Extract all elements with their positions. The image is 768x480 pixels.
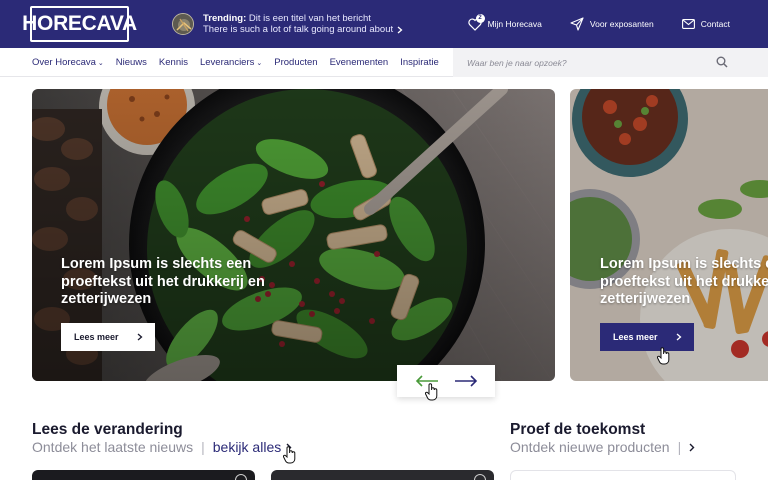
top-bar: HORECAVA Trending: Dit is een titel van …	[0, 0, 768, 48]
lees-meer-button[interactable]: Lees meer	[600, 323, 694, 351]
nav-item-leveranciers[interactable]: Leveranciers ⌄	[200, 57, 262, 68]
chevron-right-icon	[137, 333, 143, 341]
news-section-subtitle: Ontdek het laatste nieuws | bekijk alles	[32, 439, 292, 455]
favorites-count-badge: 2	[475, 13, 485, 23]
hero-slide-2-text: Lorem Ipsum is slechts een proeftekst ui…	[600, 256, 768, 307]
lees-meer-button[interactable]: Lees meer	[61, 323, 155, 351]
news-subtitle-text: Ontdek het laatste nieuws	[32, 439, 194, 455]
separator: |	[201, 439, 205, 455]
contact-link[interactable]: Contact	[681, 19, 730, 29]
nav-item-inspiratie[interactable]: Inspiratie	[400, 57, 439, 68]
mijn-horecava-link[interactable]: 2 Mijn Horecava	[467, 13, 542, 31]
slider-controls	[397, 365, 495, 397]
search-icon[interactable]	[716, 56, 728, 68]
bekijk-alles-label: bekijk alles	[212, 439, 282, 455]
nav-label: Producten	[274, 57, 318, 68]
voor-exposanten-label: Voor exposanten	[589, 19, 654, 29]
nav-label: Over Horecava	[32, 57, 96, 68]
nav-label: Inspiratie	[400, 57, 439, 68]
chevron-down-icon: ⌄	[256, 59, 263, 67]
hand-cursor-icon	[657, 347, 670, 365]
news-card-1[interactable]	[32, 470, 255, 480]
hand-cursor-icon	[425, 383, 438, 401]
chevron-right-icon	[397, 26, 403, 33]
search-input[interactable]	[467, 55, 707, 70]
heart-icon: 2	[467, 13, 485, 31]
nav-item-evenementen[interactable]: Evenementen	[330, 57, 389, 68]
hand-cursor-icon	[283, 446, 296, 464]
trending-thumbnail[interactable]	[172, 13, 194, 35]
chevron-right-icon	[676, 333, 682, 341]
news-card-2[interactable]	[271, 470, 494, 480]
nav-label: Nieuws	[115, 57, 147, 68]
separator: |	[677, 439, 682, 455]
send-icon	[570, 17, 584, 31]
future-section-title: Proef de toekomst	[510, 421, 646, 438]
nav-item-producten[interactable]: Producten	[274, 57, 317, 68]
news-section-title: Lees de verandering	[32, 421, 183, 438]
mijn-horecava-label: Mijn Horecava	[487, 19, 542, 29]
trending-title: Dit is een titel van het bericht	[248, 13, 371, 24]
trending-text: There is such a lot of talk going around…	[203, 24, 394, 35]
main-nav: Over Horecava ⌄ Nieuws Kennis Leverancier…	[0, 48, 768, 77]
hero-slide-1-text: Lorem Ipsum is slechts een proeftekst ui…	[61, 256, 265, 307]
lees-meer-label: Lees meer	[74, 332, 119, 342]
lees-meer-label: Lees meer	[613, 332, 658, 342]
chevron-down-icon: ⌄	[97, 59, 104, 67]
nav-label: Kennis	[158, 57, 188, 68]
nav-item-kennis[interactable]: Kennis	[159, 57, 188, 68]
mail-icon	[681, 19, 695, 29]
search-bar	[453, 48, 768, 77]
product-card-1[interactable]	[510, 470, 736, 480]
nav-label: Leveranciers	[199, 57, 255, 68]
favorite-icon[interactable]	[474, 474, 486, 480]
trending-block[interactable]: Trending: Dit is een titel van het beric…	[203, 13, 403, 35]
voor-exposanten-link[interactable]: Voor exposanten	[570, 17, 654, 31]
nav-item-over-horecava[interactable]: Over Horecava ⌄	[32, 57, 104, 68]
hero-slide-1[interactable]: Lorem Ipsum is slechts een proeftekst ui…	[32, 89, 555, 381]
chevron-right-icon[interactable]	[689, 443, 695, 452]
contact-label: Contact	[700, 19, 730, 29]
nav-item-nieuws[interactable]: Nieuws	[116, 57, 147, 68]
horecava-logo[interactable]: HORECAVA	[22, 6, 137, 42]
nav-label: Evenementen	[329, 57, 389, 68]
favorite-icon[interactable]	[235, 474, 247, 480]
bekijk-alles-link[interactable]: bekijk alles	[213, 439, 292, 455]
future-subtitle-text: Ontdek nieuwe producten	[510, 439, 670, 455]
arrow-right-icon[interactable]	[454, 375, 478, 387]
hero-slide-2[interactable]: Lorem Ipsum is slechts een proeftekst ui…	[570, 89, 768, 381]
trending-label: Trending:	[203, 13, 247, 24]
future-section-subtitle: Ontdek nieuwe producten |	[510, 439, 695, 455]
